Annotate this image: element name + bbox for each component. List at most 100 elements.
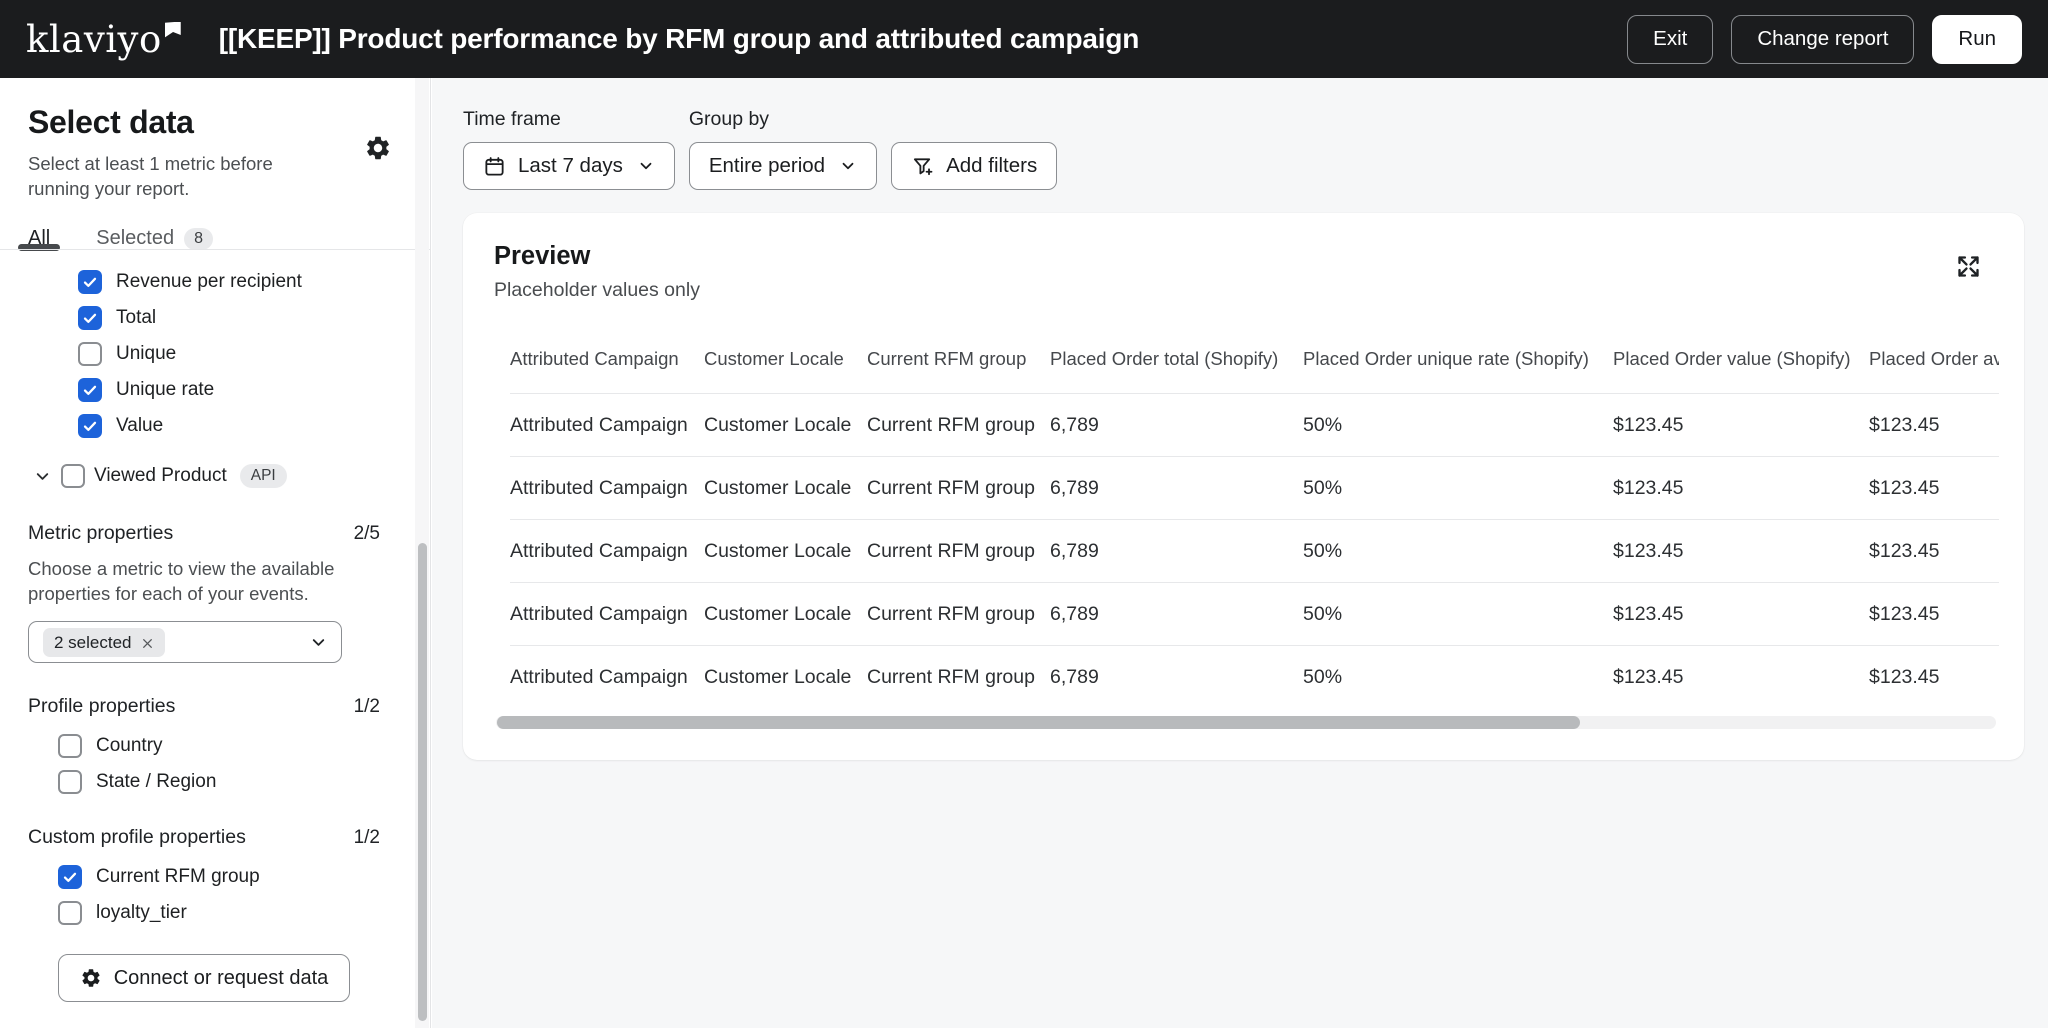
select-data-sidebar: Select data Select at least 1 metric bef… bbox=[0, 78, 431, 1028]
checkbox-label: Country bbox=[96, 735, 163, 757]
checkbox-unchecked[interactable] bbox=[61, 464, 85, 488]
exit-button[interactable]: Exit bbox=[1627, 15, 1713, 64]
profile-properties-count: 1/2 bbox=[354, 696, 380, 718]
selected-chip: 2 selected bbox=[43, 628, 165, 657]
checkbox-row: Value bbox=[28, 414, 380, 438]
expand-icon[interactable] bbox=[1955, 253, 1982, 280]
custom-profile-checkbox-list: Current RFM group loyalty_tier bbox=[28, 865, 380, 925]
group-by-value: Entire period bbox=[709, 154, 825, 178]
profile-properties-header: Profile properties 1/2 bbox=[28, 695, 380, 718]
preview-title: Preview bbox=[494, 242, 590, 271]
table-cell: $123.45 bbox=[1869, 666, 1999, 689]
table-cell: $123.45 bbox=[1869, 477, 1999, 500]
horizontal-scrollbar-track bbox=[496, 716, 1996, 729]
column-header: Current RFM group bbox=[867, 348, 1050, 393]
checkbox-checked[interactable] bbox=[58, 865, 82, 889]
table-cell: Customer Locale bbox=[704, 540, 867, 563]
table-cell: Customer Locale bbox=[704, 477, 867, 500]
table-row: Attributed CampaignCustomer LocaleCurren… bbox=[510, 393, 1999, 456]
profile-checkbox-list: Country State / Region bbox=[28, 734, 380, 794]
checkbox-row: Revenue per recipient bbox=[28, 270, 380, 294]
table-cell: Current RFM group bbox=[867, 666, 1050, 689]
table-cell: 50% bbox=[1303, 666, 1613, 689]
remove-chip-icon[interactable] bbox=[141, 636, 154, 649]
table-cell: Attributed Campaign bbox=[510, 477, 704, 500]
checkbox-unchecked[interactable] bbox=[58, 734, 82, 758]
table-cell: 50% bbox=[1303, 603, 1613, 626]
filters-control: Add filters bbox=[891, 142, 1057, 190]
checkbox-row: loyalty_tier bbox=[28, 901, 380, 925]
time-frame-dropdown[interactable]: Last 7 days bbox=[463, 142, 675, 190]
selected-chip-label: 2 selected bbox=[54, 634, 132, 651]
checkbox-row: Country bbox=[28, 734, 380, 758]
table-cell: 6,789 bbox=[1050, 540, 1303, 563]
preview-card: Preview Placeholder values only Attribut… bbox=[463, 213, 2024, 760]
settings-gear-icon[interactable] bbox=[364, 134, 392, 162]
column-header: Attributed Campaign bbox=[510, 348, 704, 393]
checkbox-label: Revenue per recipient bbox=[116, 271, 302, 293]
table-cell: Current RFM group bbox=[867, 603, 1050, 626]
checkbox-checked[interactable] bbox=[78, 270, 102, 294]
klaviyo-logo[interactable]: klaviyo bbox=[26, 21, 181, 58]
checkbox-row: Unique bbox=[28, 342, 380, 366]
run-button[interactable]: Run bbox=[1932, 15, 2022, 64]
table-cell: $123.45 bbox=[1613, 603, 1869, 626]
checkbox-row: Total bbox=[28, 306, 380, 330]
checkbox-checked[interactable] bbox=[78, 378, 102, 402]
chevron-down-icon[interactable] bbox=[33, 467, 52, 486]
group-by-label: Group by bbox=[689, 108, 877, 131]
checkbox-row: Current RFM group bbox=[28, 865, 380, 889]
chevron-down-icon bbox=[309, 633, 328, 652]
table-cell: Attributed Campaign bbox=[510, 540, 704, 563]
viewed-product-row: Viewed Product API bbox=[28, 462, 380, 490]
add-filters-button[interactable]: Add filters bbox=[891, 142, 1057, 190]
table-cell: $123.45 bbox=[1613, 540, 1869, 563]
metric-properties-header: Metric properties 2/5 bbox=[28, 522, 380, 545]
group-by-dropdown[interactable]: Entire period bbox=[689, 142, 877, 190]
time-frame-label: Time frame bbox=[463, 108, 675, 131]
checkbox-unchecked[interactable] bbox=[58, 770, 82, 794]
gear-icon bbox=[80, 967, 102, 989]
checkbox-unchecked[interactable] bbox=[58, 901, 82, 925]
add-filters-label: Add filters bbox=[946, 154, 1037, 178]
api-badge: API bbox=[240, 464, 287, 488]
checkbox-row: State / Region bbox=[28, 770, 380, 794]
table-row: Attributed CampaignCustomer LocaleCurren… bbox=[510, 519, 1999, 582]
table-cell: $123.45 bbox=[1869, 414, 1999, 437]
checkbox-label: Value bbox=[116, 415, 163, 437]
horizontal-scrollbar-thumb[interactable] bbox=[497, 716, 1580, 729]
main-area: Time frame Last 7 days Group by Entire p… bbox=[432, 78, 2048, 1028]
sidebar-scrollbar-thumb[interactable] bbox=[418, 543, 427, 1021]
profile-properties-title: Profile properties bbox=[28, 695, 175, 718]
table-row: Attributed CampaignCustomer LocaleCurren… bbox=[510, 645, 1999, 708]
connect-or-request-data-button[interactable]: Connect or request data bbox=[58, 954, 350, 1002]
table-row: Attributed CampaignCustomer LocaleCurren… bbox=[510, 456, 1999, 519]
column-header: Placed Order total (Shopify) bbox=[1050, 348, 1303, 393]
table-cell: 6,789 bbox=[1050, 666, 1303, 689]
table-row: Attributed CampaignCustomer LocaleCurren… bbox=[510, 582, 1999, 645]
table-header-row: Attributed CampaignCustomer LocaleCurren… bbox=[510, 348, 1999, 393]
sidebar-tabs: All Selected 8 bbox=[28, 227, 380, 250]
checkbox-checked[interactable] bbox=[78, 306, 102, 330]
klaviyo-wordmark: klaviyo bbox=[26, 21, 162, 58]
table-cell: Attributed Campaign bbox=[510, 666, 704, 689]
metric-properties-select[interactable]: 2 selected bbox=[28, 621, 342, 663]
column-header: Placed Order av bbox=[1869, 348, 1999, 393]
report-title: [[KEEP]] Product performance by RFM grou… bbox=[219, 23, 1139, 55]
sidebar-description: Select at least 1 metric before running … bbox=[28, 151, 313, 201]
table-cell: Attributed Campaign bbox=[510, 603, 704, 626]
connect-button-label: Connect or request data bbox=[114, 967, 329, 990]
change-report-button[interactable]: Change report bbox=[1731, 15, 1914, 64]
chevron-down-icon bbox=[637, 157, 655, 175]
table-cell: Current RFM group bbox=[867, 477, 1050, 500]
table-cell: Customer Locale bbox=[704, 603, 867, 626]
tab-selected[interactable]: Selected 8 bbox=[96, 227, 213, 250]
table-cell: Customer Locale bbox=[704, 414, 867, 437]
custom-profile-properties-title: Custom profile properties bbox=[28, 826, 246, 849]
checkbox-checked[interactable] bbox=[78, 414, 102, 438]
column-header: Customer Locale bbox=[704, 348, 867, 393]
checkbox-label: State / Region bbox=[96, 771, 216, 793]
table-cell: 50% bbox=[1303, 414, 1613, 437]
checkbox-unchecked[interactable] bbox=[78, 342, 102, 366]
table-cell: $123.45 bbox=[1869, 603, 1999, 626]
